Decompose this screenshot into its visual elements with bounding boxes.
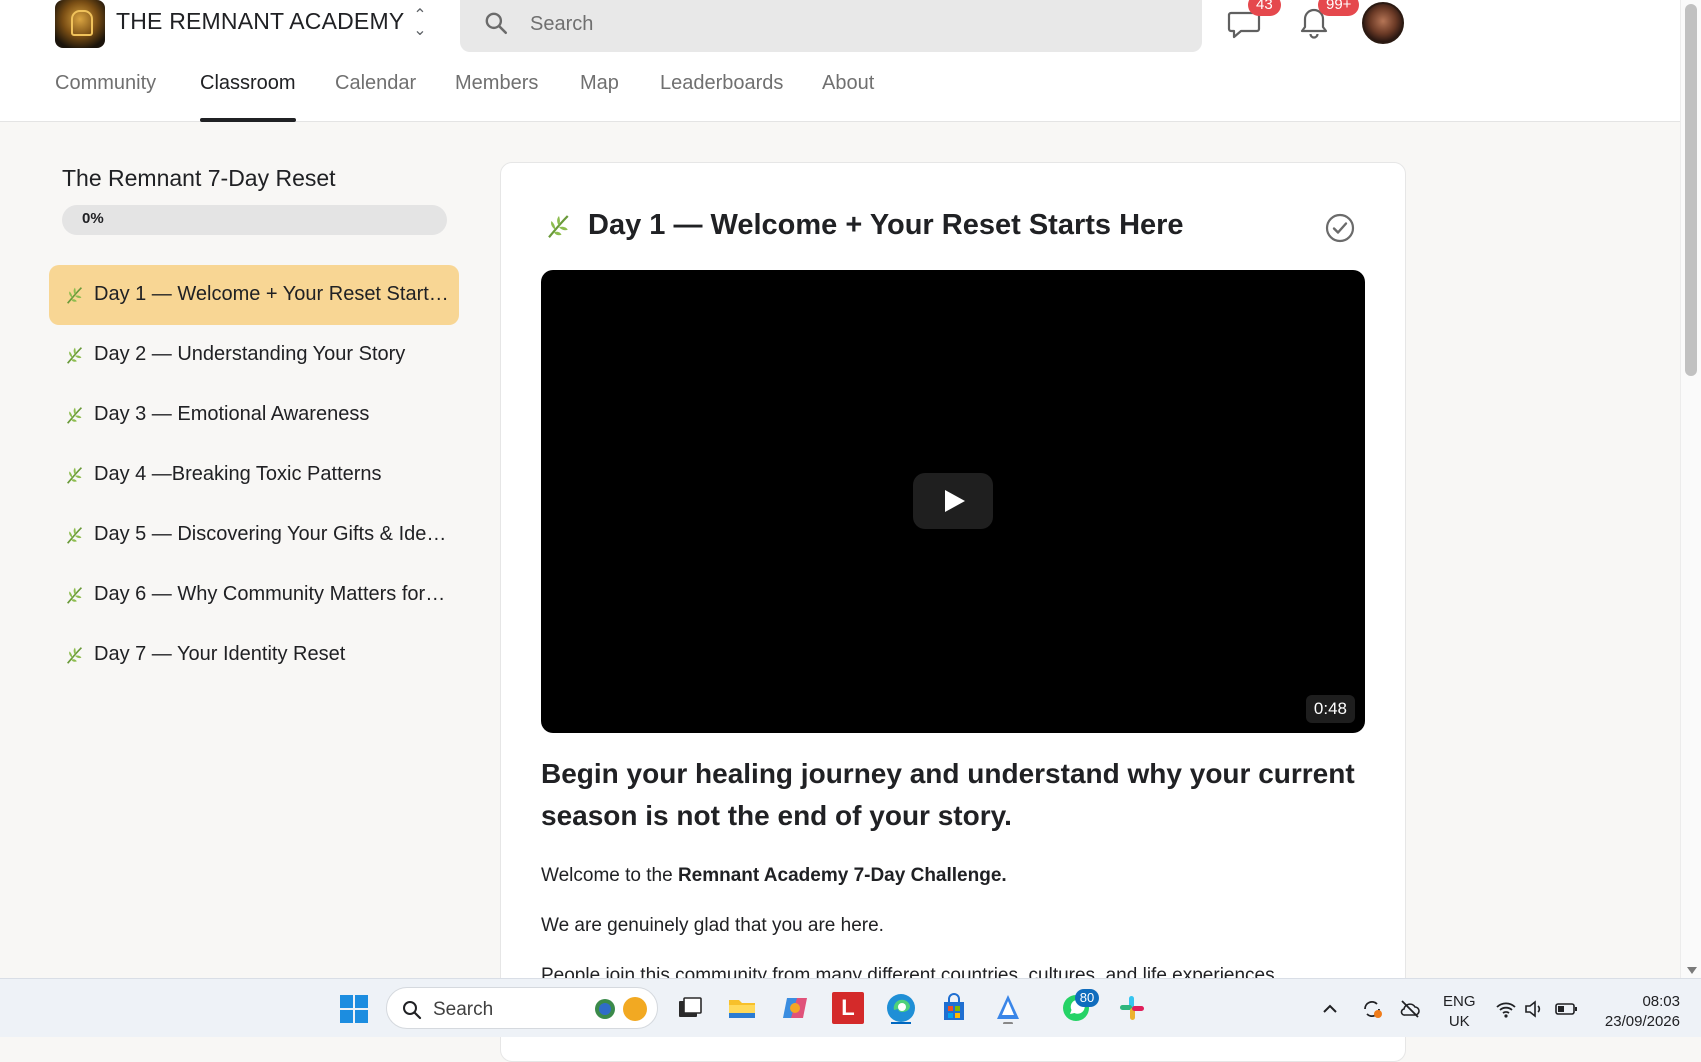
lesson-label: Day 1 — Welcome + Your Reset Starts Here — [94, 283, 449, 305]
play-button[interactable] — [913, 473, 993, 529]
leaf-icon — [67, 467, 83, 484]
leaf-icon — [67, 647, 83, 664]
scroll-down-arrow-icon[interactable] — [1687, 967, 1697, 974]
check-circle-icon[interactable] — [1324, 212, 1356, 244]
weather-icon — [595, 997, 647, 1021]
leaf-icon — [67, 587, 83, 604]
file-explorer-icon[interactable] — [726, 992, 758, 1024]
l-app-icon[interactable]: L — [832, 992, 864, 1024]
app-store-icon[interactable] — [992, 992, 1024, 1024]
brand-name[interactable]: THE REMNANT ACADEMY — [116, 8, 404, 35]
system-clock[interactable]: 08:03 23/09/2026 — [1598, 992, 1680, 1032]
lesson-subheading: Begin your healing journey and understan… — [541, 758, 1355, 831]
tab-about[interactable]: About — [822, 72, 874, 122]
tab-community[interactable]: Community — [55, 72, 156, 122]
scroll-thumb[interactable] — [1685, 4, 1697, 376]
top-header: THE REMNANT ACADEMY ⌃⌄ 43 99+ Community … — [0, 0, 1680, 122]
video-duration: 0:48 — [1305, 695, 1355, 723]
notification-count-badge: 99+ — [1318, 0, 1360, 16]
video-player[interactable]: 0:48 — [541, 270, 1365, 733]
lesson-item[interactable]: Day 2 — Understanding Your Story — [49, 325, 459, 385]
region-label: UK — [1448, 1013, 1470, 1030]
tab-calendar[interactable]: Calendar — [335, 72, 416, 122]
taskbar-search-label: Search — [433, 999, 494, 1020]
battery-icon[interactable] — [1554, 997, 1578, 1021]
lesson-item[interactable]: Day 5 — Discovering Your Gifts & Identit… — [49, 505, 459, 565]
lesson-content-card: Day 1 — Welcome + Your Reset Starts Here… — [500, 162, 1406, 1062]
lesson-item[interactable]: Day 7 — Your Identity Reset — [49, 625, 459, 685]
lesson-label: Day 4 —Breaking Toxic Patterns — [94, 463, 382, 485]
wifi-icon[interactable] — [1494, 997, 1518, 1021]
tab-classroom[interactable]: Classroom — [200, 72, 296, 122]
cloud-off-icon[interactable] — [1398, 997, 1422, 1021]
clock-time: 08:03 — [1642, 993, 1680, 1010]
slack-icon[interactable] — [1116, 992, 1148, 1024]
edge-browser-icon[interactable] — [885, 992, 917, 1024]
intro-bold-text: Remnant Academy 7-Day Challenge. — [677, 865, 1007, 886]
search-icon — [485, 12, 508, 35]
intro-paragraph: Welcome to the Remnant Academy 7-Day Cha… — [541, 865, 1365, 887]
academy-logo[interactable] — [55, 0, 105, 48]
tab-members[interactable]: Members — [455, 72, 538, 122]
lesson-label: Day 2 — Understanding Your Story — [94, 343, 406, 365]
search-input[interactable] — [530, 10, 1170, 38]
progress-label: 0% — [82, 210, 104, 227]
lesson-item[interactable]: Day 3 — Emotional Awareness — [49, 385, 459, 445]
intro-text: Welcome to the — [541, 865, 678, 886]
lesson-label: Day 7 — Your Identity Reset — [94, 643, 346, 665]
lesson-item[interactable]: Day 4 —Breaking Toxic Patterns — [49, 445, 459, 505]
chat-count-badge: 43 — [1248, 0, 1281, 16]
leaf-icon — [67, 287, 83, 304]
welcome-paragraph: We are genuinely glad that you are here. — [541, 915, 884, 936]
microsoft-store-icon[interactable] — [938, 992, 970, 1024]
leaf-icon — [67, 527, 83, 544]
lesson-label: Day 6 — Why Community Matters for Healin… — [94, 583, 449, 605]
taskbar-search[interactable]: Search — [386, 987, 658, 1029]
search-bar[interactable] — [460, 0, 1202, 52]
windows-start-icon[interactable] — [339, 994, 369, 1024]
sync-icon[interactable] — [1360, 997, 1384, 1021]
lesson-item[interactable]: Day 6 — Why Community Matters for Healin… — [49, 565, 459, 625]
tab-map[interactable]: Map — [580, 72, 619, 122]
chevron-up-down-icon[interactable]: ⌃ ⌄ — [408, 8, 432, 40]
windows-taskbar: Search L 80 ENG UK 08:03 23/09/2026 — [0, 978, 1701, 1037]
course-progress-bar: 0% — [62, 205, 447, 235]
lesson-item[interactable]: Day 1 — Welcome + Your Reset Starts Here — [49, 265, 459, 325]
language-label: ENG — [1443, 993, 1476, 1010]
tab-leaderboards[interactable]: Leaderboards — [660, 72, 783, 122]
chevron-up-icon[interactable] — [1318, 997, 1342, 1021]
lesson-list: Day 1 — Welcome + Your Reset Starts Here… — [49, 265, 459, 685]
course-title: The Remnant 7-Day Reset — [62, 165, 336, 191]
copilot-icon[interactable] — [779, 992, 811, 1024]
language-indicator[interactable]: ENG UK — [1443, 992, 1476, 1032]
clock-date: 23/09/2026 — [1604, 1013, 1680, 1030]
leaf-icon — [67, 347, 83, 364]
task-view-icon[interactable] — [674, 992, 706, 1024]
lesson-title: Day 1 — Welcome + Your Reset Starts Here — [588, 209, 1184, 241]
whatsapp-badge: 80 — [1075, 989, 1099, 1007]
volume-icon[interactable] — [1522, 997, 1546, 1021]
user-avatar[interactable] — [1362, 2, 1404, 44]
leaf-icon — [548, 215, 569, 238]
search-icon — [403, 1001, 422, 1020]
leaf-icon — [67, 407, 83, 424]
page-scrollbar[interactable] — [1680, 0, 1701, 978]
lesson-label: Day 3 — Emotional Awareness — [94, 403, 370, 425]
lesson-label: Day 5 — Discovering Your Gifts & Identit… — [94, 523, 449, 545]
